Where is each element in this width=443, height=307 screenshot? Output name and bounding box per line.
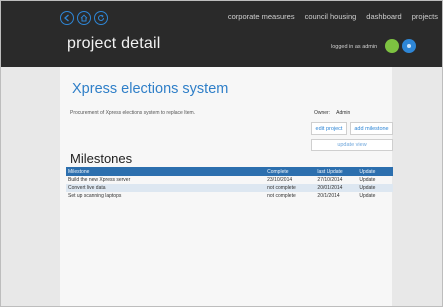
milestone-last-update: 27/10/2014 (317, 177, 343, 183)
add-milestone-button[interactable]: add milestone (350, 122, 393, 135)
owner-value: Admin (336, 110, 351, 116)
page-title: project detail (67, 35, 161, 52)
home-icon[interactable] (77, 11, 91, 25)
project-owner: Owner: Admin (314, 110, 350, 116)
nav-link-council-housing[interactable]: council housing (305, 12, 357, 21)
milestones-heading: Milestones (70, 151, 133, 166)
logged-in-status: logged in as admin (331, 44, 378, 50)
app-frame: corporate measures council housing dashb… (0, 0, 443, 307)
refresh-icon[interactable] (94, 11, 108, 25)
nav-icon-group (60, 11, 108, 25)
nav-link-projects[interactable]: projects (412, 12, 438, 21)
nav-link-dashboard[interactable]: dashboard (366, 12, 401, 21)
table-row: Convert live data not complete 20/01/201… (66, 184, 393, 192)
settings-avatar-icon[interactable] (402, 39, 416, 53)
column-header-milestone[interactable]: Milestone (66, 167, 266, 176)
milestone-complete: 23/10/2014 (267, 177, 293, 183)
edit-project-button[interactable]: edit project (311, 122, 347, 135)
column-header-last-update[interactable]: last Update (315, 167, 358, 176)
milestone-complete: not complete (267, 193, 296, 199)
nav-link-corporate-measures[interactable]: corporate measures (228, 12, 295, 21)
project-description: Procurement of Xpress elections system t… (70, 110, 196, 116)
avatar-dot (407, 44, 411, 48)
update-view-button[interactable]: update view (311, 139, 393, 151)
table-header-row: Milestone Complete last Update Update (66, 167, 393, 176)
milestone-name: Build the new Xpress server (68, 177, 131, 183)
top-navigation: corporate measures council housing dashb… (228, 12, 438, 21)
table-row: Build the new Xpress server 23/10/2014 2… (66, 176, 393, 184)
owner-label: Owner: (314, 110, 331, 116)
user-avatar-icon[interactable] (385, 39, 399, 53)
table-row: Set up scanning laptops not complete 20/… (66, 192, 393, 200)
top-header: corporate measures council housing dashb… (1, 1, 442, 67)
milestone-complete: not complete (265, 184, 316, 192)
update-link[interactable]: Update (357, 192, 393, 200)
milestone-name: Set up scanning laptops (68, 193, 122, 199)
milestones-table: Milestone Complete last Update Update Bu… (66, 167, 393, 200)
column-header-complete[interactable]: Complete (265, 167, 316, 176)
milestone-last-update: 20/1/2014 (317, 193, 340, 199)
milestone-name: Convert live data (66, 184, 266, 192)
project-title: Xpress elections system (72, 81, 229, 97)
main-content: Xpress elections system Procurement of X… (60, 67, 393, 306)
update-link[interactable]: Update (357, 184, 393, 192)
back-icon[interactable] (60, 11, 74, 25)
column-header-update[interactable]: Update (357, 167, 393, 176)
update-link[interactable]: Update (357, 176, 393, 184)
milestone-last-update: 20/01/2014 (315, 184, 358, 192)
